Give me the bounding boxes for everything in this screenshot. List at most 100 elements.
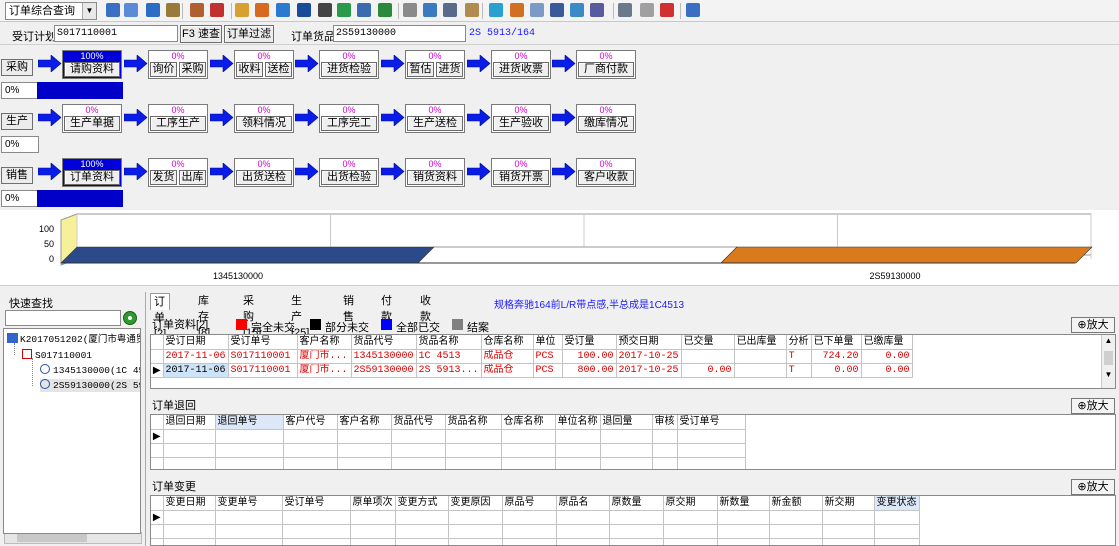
table-cell[interactable] (717, 510, 770, 525)
column-header[interactable]: 货品名称 (416, 335, 482, 350)
column-header[interactable]: 受订量 (562, 335, 617, 350)
table-cell[interactable]: 724.20 (811, 349, 862, 364)
step-button[interactable]: 出货送检 (236, 170, 292, 185)
table-cell[interactable]: S017110001 (228, 349, 298, 364)
table-cell[interactable] (445, 457, 502, 469)
table-cell[interactable] (502, 510, 557, 525)
monitor-icon[interactable] (124, 3, 138, 17)
check-icon[interactable] (489, 3, 503, 17)
table-cell[interactable] (215, 538, 283, 545)
order-filter-button[interactable]: 订单过滤 (224, 25, 274, 43)
column-header[interactable]: 变更日期 (163, 496, 216, 511)
table-cell[interactable] (734, 349, 787, 364)
table-cell[interactable]: 100.00 (562, 349, 617, 364)
change-zoom-button[interactable]: ⊕放大 (1071, 479, 1115, 495)
table-row[interactable]: 2017-11-06 S017110001 厦门市... 1345130000 1C 4… (151, 349, 913, 364)
table-cell[interactable] (769, 524, 823, 539)
table-cell[interactable] (350, 510, 396, 525)
table-cell[interactable] (337, 443, 392, 458)
table-cell[interactable]: 厦门市... (297, 363, 352, 378)
column-header[interactable]: 货品代号 (351, 335, 417, 350)
table-cell[interactable] (502, 524, 557, 539)
flow-1-name-button[interactable]: 生产 (1, 113, 33, 130)
table-cell[interactable] (391, 457, 446, 469)
table-cell[interactable]: T (786, 363, 812, 378)
table-cell[interactable] (501, 443, 556, 458)
table-cell[interactable] (283, 443, 338, 458)
table-cell[interactable] (652, 443, 678, 458)
table-cell[interactable] (600, 429, 653, 444)
refresh-icon[interactable] (590, 3, 604, 17)
table-cell[interactable]: 2017-11-06 (163, 363, 229, 378)
step-button[interactable]: 发货 (150, 170, 177, 185)
column-header[interactable]: 已下单量 (811, 335, 862, 350)
group-icon[interactable] (255, 3, 269, 17)
column-header[interactable]: 已出库量 (734, 335, 787, 350)
step-button[interactable]: 送检 (265, 62, 292, 77)
table-cell[interactable] (874, 538, 920, 545)
column-header[interactable]: 退回量 (600, 415, 653, 430)
pen-icon[interactable] (510, 3, 524, 17)
table-cell[interactable] (717, 538, 770, 545)
step-button[interactable]: 领料情况 (236, 116, 292, 131)
table-cell[interactable]: 0.00 (861, 349, 913, 364)
order-zoom-button[interactable]: ⊕放大 (1071, 317, 1115, 333)
table-row[interactable] (151, 443, 746, 458)
table-cell[interactable] (163, 429, 216, 444)
column-header[interactable]: 原数量 (609, 496, 664, 511)
table-cell[interactable] (556, 538, 610, 545)
table-cell[interactable] (609, 538, 664, 545)
table-cell[interactable] (395, 524, 449, 539)
grid-vscrollbar[interactable]: ▲ ▼ (1101, 335, 1115, 388)
step-button[interactable]: 客户收款 (578, 170, 634, 185)
step-button[interactable]: 厂商付款 (578, 62, 634, 77)
column-header[interactable]: 受订单号 (677, 415, 746, 430)
tree-item-node[interactable]: 2S59130000(2S 5913 (40, 379, 140, 392)
table-cell[interactable] (337, 457, 392, 469)
table-cell[interactable] (555, 443, 601, 458)
chart-icon[interactable] (337, 3, 351, 17)
table-cell[interactable]: 2S59130000 (351, 363, 417, 378)
table-cell[interactable]: 0.00 (681, 363, 735, 378)
table-cell[interactable] (163, 510, 216, 525)
table-cell[interactable] (337, 429, 392, 444)
table-cell[interactable]: 2017-11-06 (163, 349, 229, 364)
column-header[interactable]: 变更方式 (395, 496, 449, 511)
table-cell[interactable]: PCS (533, 349, 563, 364)
quick-check-button[interactable]: F3 速查 (180, 25, 222, 43)
column-header[interactable]: 货品代号 (391, 415, 446, 430)
close-window-icon[interactable] (640, 3, 654, 17)
column-header[interactable]: 受订日期 (163, 335, 229, 350)
table-row[interactable]: ▶ (151, 510, 920, 525)
table-cell[interactable] (215, 429, 284, 444)
screen-icon[interactable] (550, 3, 564, 17)
step-button[interactable]: 工序生产 (150, 116, 206, 131)
step-button[interactable]: 订单资料 (64, 170, 120, 185)
step-button[interactable]: 进货检验 (321, 62, 377, 77)
table-cell[interactable] (163, 524, 216, 539)
table-cell[interactable] (609, 524, 664, 539)
table-cell[interactable] (556, 510, 610, 525)
column-header[interactable]: 原品名 (556, 496, 610, 511)
column-header[interactable]: 受订单号 (228, 335, 298, 350)
table-cell[interactable] (215, 510, 283, 525)
table-cell[interactable]: T (786, 349, 812, 364)
table-cell[interactable] (717, 524, 770, 539)
table-cell[interactable] (215, 443, 284, 458)
step-button[interactable]: 销货资料 (407, 170, 463, 185)
column-header[interactable]: 变更原因 (448, 496, 503, 511)
tree-item-node[interactable]: 1345130000(1C 4513 (40, 364, 140, 377)
column-header[interactable]: 审核 (652, 415, 678, 430)
column-header[interactable]: 变更状态 (874, 496, 920, 511)
table-cell[interactable]: 0.00 (811, 363, 862, 378)
step-button[interactable]: 生产送检 (407, 116, 463, 131)
step-button[interactable]: 生产单据 (64, 116, 120, 131)
table-row[interactable] (151, 457, 746, 469)
table-cell[interactable] (163, 443, 216, 458)
column-header[interactable]: 客户代号 (283, 415, 338, 430)
network-icon[interactable] (570, 3, 584, 17)
column-header[interactable]: 新交期 (822, 496, 875, 511)
table-cell[interactable] (555, 457, 601, 469)
table-cell[interactable] (163, 538, 216, 545)
table-cell[interactable] (652, 429, 678, 444)
